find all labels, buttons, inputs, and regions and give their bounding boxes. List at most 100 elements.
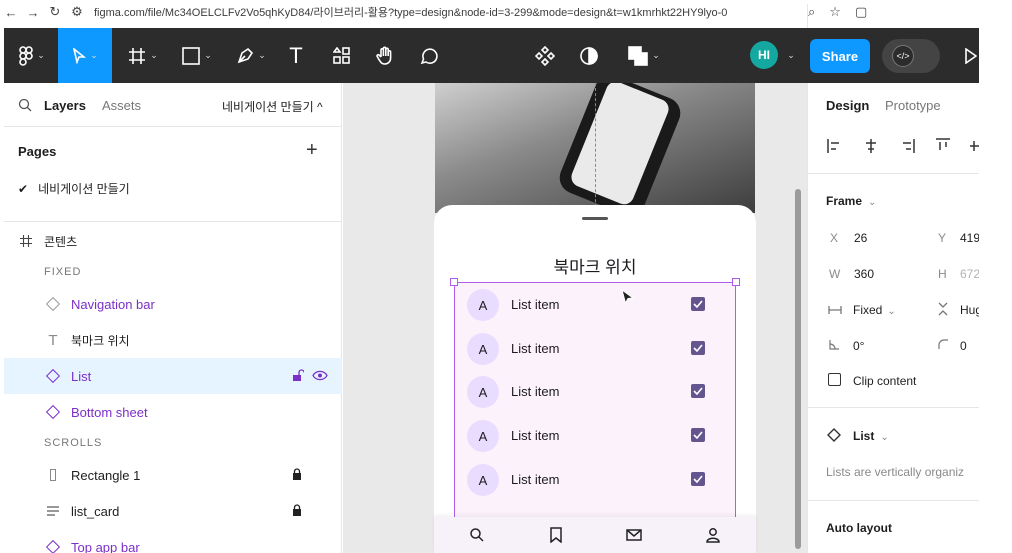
mask-button[interactable] xyxy=(574,28,604,83)
checkbox-checked-icon[interactable] xyxy=(691,428,705,442)
layer-frame-content[interactable]: 콘텐츠 xyxy=(4,223,342,259)
list-item[interactable]: A List item xyxy=(455,283,737,327)
selection-handle[interactable] xyxy=(732,278,740,286)
component-instance-icon xyxy=(827,428,841,442)
list-item-label: List item xyxy=(511,297,560,312)
lock-icon[interactable] xyxy=(292,468,302,480)
pointer-icon xyxy=(73,47,87,64)
site-settings-icon[interactable]: ⚙ xyxy=(66,4,88,20)
forward-icon[interactable]: → xyxy=(22,5,44,20)
page-item-current[interactable]: ✔ 네비게이션 만들기 xyxy=(18,180,130,197)
corner-radius-icon xyxy=(938,339,948,349)
auto-layout-heading[interactable]: Auto layout xyxy=(826,521,892,535)
tab-design[interactable]: Design xyxy=(826,98,869,113)
page-switcher[interactable]: 네비게이션 만들기 ^ xyxy=(222,98,323,115)
right-panel: Design Prototype Frame ⌄ X 26 Y 419 W 360… xyxy=(807,83,979,553)
rotation-input[interactable]: 0° xyxy=(853,339,864,353)
list-item[interactable]: A List item xyxy=(455,414,737,458)
align-right-icon[interactable] xyxy=(898,137,916,155)
list-item[interactable]: A List item xyxy=(455,327,737,371)
layer-bookmark-text[interactable]: T 북마크 위치 xyxy=(4,322,342,358)
left-panel-tabs: Layers Assets 네비게이션 만들기 ^ xyxy=(4,83,342,127)
component-name-dropdown[interactable]: List ⌄ xyxy=(853,429,889,443)
dev-mode-toggle[interactable]: </> xyxy=(882,39,940,73)
present-button[interactable] xyxy=(962,28,980,83)
layer-top-app-bar[interactable]: Top app bar xyxy=(4,529,342,553)
frame-hash-icon xyxy=(129,47,146,64)
canvas-scrollbar[interactable] xyxy=(795,189,801,549)
comment-tool-button[interactable] xyxy=(414,28,444,83)
person-icon[interactable] xyxy=(705,527,721,543)
checkbox-checked-icon[interactable] xyxy=(691,472,705,486)
y-input[interactable]: 419 xyxy=(960,231,979,245)
divider xyxy=(4,221,342,222)
eye-icon[interactable] xyxy=(312,370,328,381)
checkbox-checked-icon[interactable] xyxy=(691,297,705,311)
w-label: W xyxy=(829,267,841,281)
share-button[interactable]: Share xyxy=(810,39,870,73)
layer-label: Bottom sheet xyxy=(71,404,148,420)
height-mode-dropdown[interactable]: Hug xyxy=(960,303,979,317)
list-component[interactable]: A List item A List item A List item A Li… xyxy=(454,282,736,553)
layer-label: Top app bar xyxy=(71,539,140,553)
mail-icon[interactable] xyxy=(626,527,642,543)
move-tool-button[interactable]: ⌄ xyxy=(58,28,112,83)
layer-bottom-sheet[interactable]: Bottom sheet xyxy=(4,394,342,430)
checkbox-checked-icon[interactable] xyxy=(691,341,705,355)
bookmark-icon[interactable] xyxy=(548,527,564,543)
list-item[interactable]: A List item xyxy=(455,370,737,414)
main-menu-button[interactable]: ⌄ xyxy=(8,28,56,83)
pen-tool-button[interactable]: ⌄ xyxy=(228,28,274,83)
hand-tool-button[interactable] xyxy=(370,28,400,83)
clip-content-checkbox[interactable] xyxy=(828,373,841,386)
list-item-label: List item xyxy=(511,472,560,487)
align-center-vertical-icon[interactable] xyxy=(968,137,979,155)
avatar-menu-caret[interactable]: ⌄ xyxy=(782,28,796,83)
browser-url-bar: ← → ↻ ⚙ figma.com/file/Mc34OELCLFv2Vo5qh… xyxy=(0,0,1012,474)
search-icon[interactable] xyxy=(469,527,485,543)
layer-label: Rectangle 1 xyxy=(71,467,141,483)
align-top-icon[interactable] xyxy=(934,137,952,155)
add-page-icon[interactable]: + xyxy=(306,139,318,162)
w-input[interactable]: 360 xyxy=(854,267,874,281)
drag-handle[interactable] xyxy=(582,217,608,220)
align-left-icon[interactable] xyxy=(826,137,844,155)
figma-logo-icon xyxy=(19,45,34,66)
selection-handle[interactable] xyxy=(450,278,458,286)
layer-list-selected[interactable]: List xyxy=(4,358,342,394)
tab-assets[interactable]: Assets xyxy=(102,98,141,113)
width-mode-value: Fixed xyxy=(853,303,883,317)
tab-prototype[interactable]: Prototype xyxy=(885,98,941,113)
checkbox-checked-icon[interactable] xyxy=(691,384,705,398)
bottom-sheet[interactable]: 북마크 위치 A List item A List item A List it… xyxy=(434,205,756,553)
frame-tool-button[interactable]: ⌄ xyxy=(120,28,166,83)
shape-tool-button[interactable]: ⌄ xyxy=(174,28,220,83)
design-canvas[interactable]: 북마크 위치 A List item A List item A List it… xyxy=(343,83,807,553)
lock-icon[interactable] xyxy=(292,504,302,516)
layer-label: 콘텐츠 xyxy=(44,234,78,249)
boolean-button[interactable]: ⌄ xyxy=(622,28,666,83)
x-input[interactable]: 26 xyxy=(854,231,867,245)
unlock-icon[interactable] xyxy=(292,369,304,382)
layer-list-card[interactable]: list_card xyxy=(4,493,342,529)
frame-heading[interactable]: Frame ⌄ xyxy=(826,194,876,208)
search-icon[interactable] xyxy=(18,98,32,112)
component-description: Lists are vertically organiz xyxy=(826,465,965,479)
radius-input[interactable]: 0 xyxy=(960,339,967,353)
components-button[interactable] xyxy=(530,28,560,83)
text-tool-button[interactable]: T xyxy=(282,28,310,83)
layer-navigation-bar[interactable]: Navigation bar xyxy=(4,286,342,322)
tab-layers[interactable]: Layers xyxy=(44,98,86,113)
back-icon[interactable]: ← xyxy=(0,5,22,20)
reload-icon[interactable]: ↻ xyxy=(44,4,66,20)
section-fixed: FIXED xyxy=(44,266,82,278)
play-icon xyxy=(965,47,977,64)
resources-tool-button[interactable] xyxy=(328,28,356,83)
list-item[interactable]: A List item xyxy=(455,458,737,502)
user-avatar[interactable]: HI xyxy=(750,41,778,69)
width-mode-dropdown[interactable]: Fixed ⌄ xyxy=(853,303,896,317)
align-center-horizontal-icon[interactable] xyxy=(862,137,880,155)
h-input[interactable]: 672 xyxy=(960,267,979,281)
layer-rectangle-1[interactable]: Rectangle 1 xyxy=(4,457,342,493)
url-text[interactable]: figma.com/file/Mc34OELCLFv2Vo5qhKyD84/라이… xyxy=(94,4,874,20)
